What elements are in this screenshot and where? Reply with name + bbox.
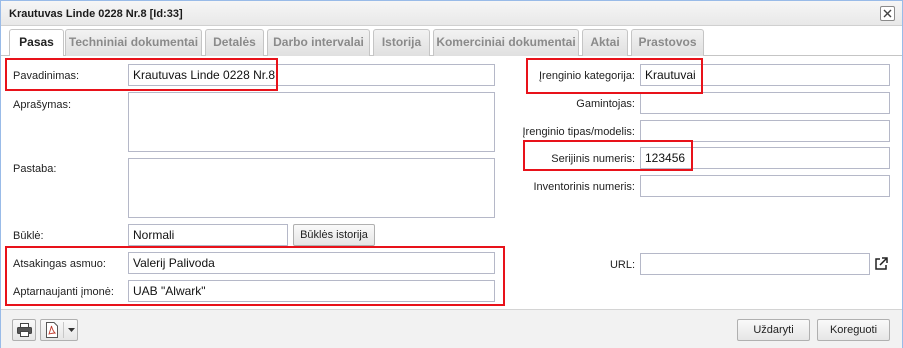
serial-label: Serijinis numeris:	[551, 153, 635, 165]
note-textarea[interactable]	[128, 158, 495, 218]
inventory-field[interactable]	[640, 175, 890, 197]
pdf-export-button[interactable]	[40, 319, 78, 341]
tab-pasas[interactable]: Pasas	[9, 29, 64, 57]
dialog-footer: Uždaryti Koreguoti	[1, 309, 902, 348]
state-history-button[interactable]: Būklės istorija	[293, 224, 375, 246]
printer-icon	[17, 323, 32, 337]
responsible-field[interactable]: Valerij Palivoda	[128, 252, 495, 274]
tab-prastovos[interactable]: Prastovos	[631, 29, 704, 56]
close-icon	[883, 9, 892, 18]
state-field[interactable]: Normali	[128, 224, 288, 246]
external-link-icon[interactable]	[874, 257, 888, 271]
close-button[interactable]	[880, 6, 895, 21]
name-field[interactable]: Krautuvas Linde 0228 Nr.8	[128, 64, 495, 86]
inventory-label: Inventorinis numeris:	[533, 181, 636, 193]
tab-aktai[interactable]: Aktai	[582, 29, 628, 56]
category-label: Įrenginio kategorija:	[538, 70, 635, 82]
tab-istorija[interactable]: Istorija	[373, 29, 430, 56]
pdf-icon	[46, 322, 58, 338]
tab-techniniai-dokumentai[interactable]: Techniniai dokumentai	[65, 29, 202, 56]
description-label: Aprašymas:	[13, 99, 72, 111]
description-textarea[interactable]	[128, 92, 495, 152]
tab-detales[interactable]: Detalės	[205, 29, 264, 56]
url-field[interactable]	[640, 253, 870, 275]
tab-bar: Pasas Techniniai dokumentai Detalės Darb…	[1, 26, 902, 57]
state-label: Būklė:	[13, 230, 44, 242]
dropdown-arrow-icon[interactable]	[68, 328, 75, 332]
service-company-label: Aptarnaujanti įmonė:	[13, 286, 114, 298]
category-field[interactable]: Krautuvai	[640, 64, 890, 86]
equipment-dialog: Krautuvas Linde 0228 Nr.8 [Id:33] Pasas …	[0, 0, 903, 348]
manufacturer-label: Gamintojas:	[576, 98, 635, 110]
serial-field[interactable]: 123456	[640, 147, 890, 169]
name-label: Pavadinimas:	[13, 70, 80, 82]
print-button[interactable]	[12, 319, 36, 341]
manufacturer-field[interactable]	[640, 92, 890, 114]
tab-darbo-intervalai[interactable]: Darbo intervalai	[267, 29, 370, 56]
url-label: URL:	[609, 259, 635, 271]
model-label: Įrenginio tipas/modelis:	[522, 126, 635, 138]
dialog-titlebar: Krautuvas Linde 0228 Nr.8 [Id:33]	[1, 1, 902, 26]
pasas-panel: Pavadinimas: Krautuvas Linde 0228 Nr.8 A…	[1, 56, 902, 308]
responsible-label: Atsakingas asmuo:	[13, 258, 106, 270]
model-field[interactable]	[640, 120, 890, 142]
tab-komerciniai-dokumentai[interactable]: Komerciniai dokumentai	[433, 29, 579, 56]
dialog-title: Krautuvas Linde 0228 Nr.8 [Id:33]	[9, 8, 183, 20]
edit-button[interactable]: Koreguoti	[817, 319, 890, 341]
service-company-field[interactable]: UAB "Alwark"	[128, 280, 495, 302]
note-label: Pastaba:	[13, 163, 57, 175]
close-dialog-button[interactable]: Uždaryti	[737, 319, 810, 341]
